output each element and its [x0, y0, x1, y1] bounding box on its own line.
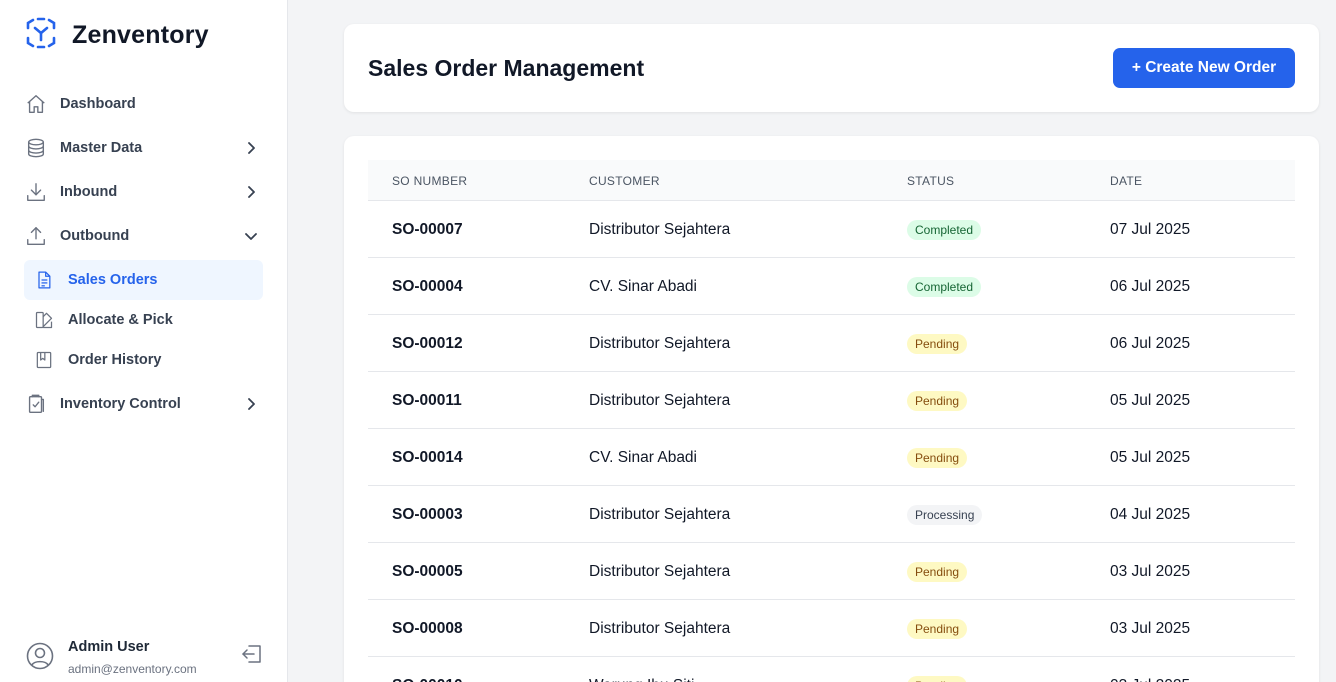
- create-new-order-button[interactable]: + Create New Order: [1113, 48, 1295, 88]
- column-header-date[interactable]: DATE: [1110, 174, 1142, 188]
- order-date: 05 Jul 2025: [1110, 449, 1191, 466]
- status-badge: Pending: [907, 676, 968, 682]
- customer-name: CV. Sinar Abadi: [589, 449, 698, 466]
- book-icon: [32, 348, 56, 372]
- order-date: 05 Jul 2025: [1110, 392, 1191, 409]
- so-number[interactable]: SO-00007: [392, 221, 463, 239]
- sidebar-item-inventory-control[interactable]: Inventory Control: [24, 384, 264, 424]
- page-header: Sales Order Management + Create New Orde…: [344, 24, 1319, 112]
- sidebar-item-master-data[interactable]: Master Data: [24, 128, 264, 168]
- document-icon: [32, 268, 56, 292]
- table-row[interactable]: SO-00014 CV. Sinar Abadi Pending 05 Jul 202…: [368, 429, 1295, 486]
- status-badge: Pending: [907, 448, 968, 468]
- order-date: 03 Jul 2025: [1110, 563, 1191, 580]
- status-badge: Completed: [907, 220, 982, 240]
- status-badge: Pending: [907, 619, 968, 639]
- so-number[interactable]: SO-00003: [392, 506, 463, 524]
- sidebar-item-dashboard[interactable]: Dashboard: [24, 84, 264, 124]
- table-row[interactable]: SO-00004 CV. Sinar Abadi Completed 06 Jul 2…: [368, 258, 1295, 315]
- brand-name: Zenventory: [72, 21, 209, 49]
- sidebar-item-label: Allocate & Pick: [68, 312, 173, 328]
- table-header: SO NUMBER CUSTOMER STATUS DATE: [368, 160, 1295, 201]
- user-name: Admin User: [68, 639, 150, 655]
- sidebar-item-allocate-pick[interactable]: Allocate & Pick: [24, 300, 263, 340]
- customer-name: Distributor Sejahtera: [589, 221, 731, 238]
- table-row[interactable]: SO-00005 Distributor Sejahtera Pending 03 J…: [368, 543, 1295, 600]
- sidebar: Zenventory Dashboard Master Data Inbound…: [0, 0, 288, 682]
- order-date: 04 Jul 2025: [1110, 506, 1191, 523]
- customer-name: CV. Sinar Abadi: [589, 278, 698, 295]
- sidebar-item-sales-orders[interactable]: Sales Orders: [24, 260, 263, 300]
- so-number[interactable]: SO-00010: [392, 677, 463, 682]
- sidebar-item-outbound[interactable]: Outbound: [24, 216, 264, 256]
- so-number[interactable]: SO-00012: [392, 335, 463, 353]
- table-body: SO-00007 Distributor Sejahtera Completed 07…: [368, 201, 1295, 682]
- sidebar-item-label: Dashboard: [60, 96, 136, 112]
- status-badge: Pending: [907, 334, 968, 354]
- download-icon: [24, 180, 48, 204]
- status-badge: Processing: [907, 505, 983, 525]
- user-profile: Admin User admin@zenventory.com: [24, 636, 264, 680]
- sidebar-item-label: Sales Orders: [68, 272, 158, 288]
- database-icon: [24, 136, 48, 160]
- logout-icon[interactable]: [240, 642, 264, 666]
- page-title: Sales Order Management: [368, 55, 645, 81]
- logo-icon: [24, 16, 58, 55]
- user-avatar-icon: [26, 642, 54, 670]
- so-number[interactable]: SO-00008: [392, 620, 463, 638]
- sidebar-item-label: Master Data: [60, 140, 143, 156]
- home-icon: [24, 92, 48, 116]
- sidebar-item-label: Order History: [68, 352, 162, 368]
- column-header-customer[interactable]: CUSTOMER: [589, 174, 660, 188]
- chevron-down-icon: [245, 233, 257, 240]
- table-row[interactable]: SO-00008 Distributor Sejahtera Pending 03 J…: [368, 600, 1295, 657]
- customer-name: Distributor Sejahtera: [589, 392, 731, 409]
- order-date: 03 Jul 2025: [1110, 677, 1190, 682]
- sidebar-item-inbound[interactable]: Inbound: [24, 172, 264, 212]
- order-date: 07 Jul 2025: [1110, 221, 1191, 238]
- so-number[interactable]: SO-00004: [392, 278, 463, 296]
- chevron-right-icon: [248, 398, 255, 410]
- customer-name: Distributor Sejahtera: [589, 335, 731, 352]
- customer-name: Warung Ibu Siti: [589, 677, 694, 682]
- user-email: admin@zenventory.com: [68, 662, 197, 676]
- table-row[interactable]: SO-00012 Distributor Sejahtera Pending 06 J…: [368, 315, 1295, 372]
- column-header-so-number[interactable]: SO NUMBER: [392, 174, 467, 188]
- upload-icon: [24, 224, 48, 248]
- so-number[interactable]: SO-00005: [392, 563, 463, 581]
- table-row[interactable]: SO-00010 Warung Ibu Siti Pending 03 Jul 202…: [368, 657, 1295, 682]
- sidebar-item-label: Inbound: [60, 184, 118, 200]
- customer-name: Distributor Sejahtera: [589, 620, 731, 637]
- status-badge: Completed: [907, 277, 982, 297]
- customer-name: Distributor Sejahtera: [589, 563, 731, 580]
- allocate-icon: [32, 308, 56, 332]
- customer-name: Distributor Sejahtera: [589, 506, 731, 523]
- brand[interactable]: Zenventory: [24, 16, 209, 55]
- so-number[interactable]: SO-00011: [392, 392, 462, 410]
- so-number[interactable]: SO-00014: [392, 449, 463, 467]
- column-header-status[interactable]: STATUS: [907, 174, 954, 188]
- sidebar-item-label: Outbound: [60, 228, 130, 244]
- status-badge: Pending: [907, 562, 968, 582]
- table-row[interactable]: SO-00007 Distributor Sejahtera Completed 07…: [368, 201, 1295, 258]
- chevron-right-icon: [248, 142, 255, 154]
- sidebar-item-label: Inventory Control: [60, 396, 181, 412]
- sidebar-item-order-history[interactable]: Order History: [24, 340, 263, 380]
- table-row[interactable]: SO-00011 Distributor Sejahtera Pending 05 J…: [368, 372, 1295, 429]
- order-date: 06 Jul 2025: [1110, 335, 1191, 352]
- order-date: 03 Jul 2025: [1110, 620, 1191, 637]
- clipboard-check-icon: [24, 392, 48, 416]
- order-date: 06 Jul 2025: [1110, 278, 1191, 295]
- chevron-right-icon: [248, 186, 255, 198]
- sales-orders-table: SO NUMBER CUSTOMER STATUS DATE SO-00007 D…: [344, 136, 1319, 682]
- table-row[interactable]: SO-00003 Distributor Sejahtera Processing 0…: [368, 486, 1295, 543]
- status-badge: Pending: [907, 391, 968, 411]
